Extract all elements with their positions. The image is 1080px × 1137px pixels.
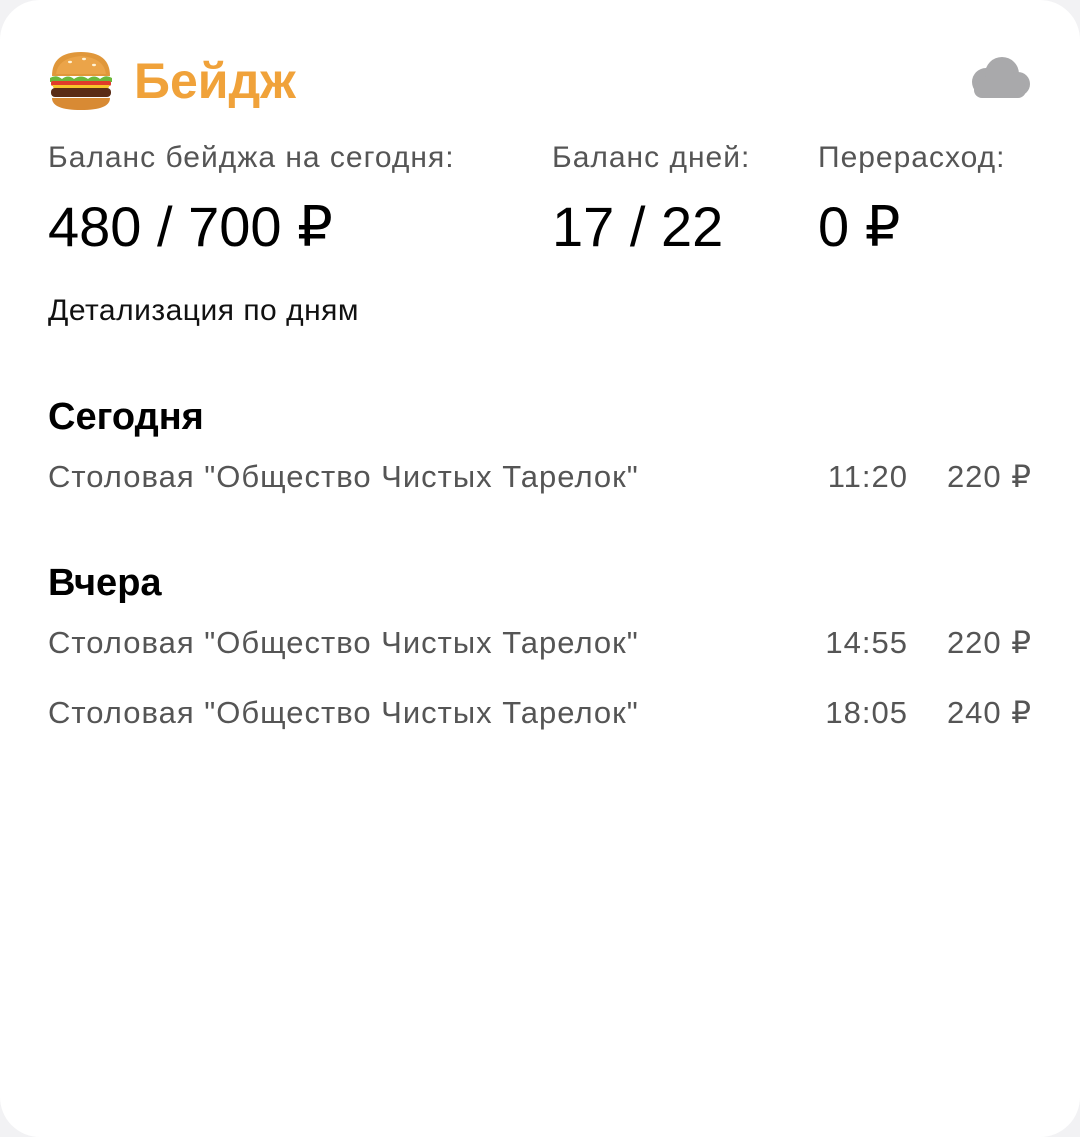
transaction-row[interactable]: Столовая "Общество Чистых Тарелок" 18:05… (48, 693, 1032, 733)
transaction-place: Столовая "Общество Чистых Тарелок" (48, 625, 639, 660)
transaction-time: 14:55 (825, 625, 908, 660)
transaction-row[interactable]: Столовая "Общество Чистых Тарелок" 11:20… (48, 457, 1032, 497)
app-title: Бейдж (134, 53, 296, 109)
days-balance-value: 17 / 22 (552, 195, 724, 258)
transaction-row[interactable]: Столовая "Общество Чистых Тарелок" 14:55… (48, 623, 1032, 663)
overspend-label: Перерасход: (818, 141, 1006, 174)
transaction-time: 18:05 (825, 695, 908, 730)
transaction-place: Столовая "Общество Чистых Тарелок" (48, 459, 639, 494)
daily-details-link[interactable]: Детализация по дням (48, 292, 359, 330)
overspend-value: 0 ₽ (818, 195, 901, 258)
transaction-time: 11:20 (827, 459, 908, 494)
day-title-today: Сегодня (48, 396, 204, 438)
badge-widget[interactable]: Бейдж Баланс бейджа на сегодня: 480 / 70… (0, 0, 1080, 1137)
days-balance-label: Баланс дней: (552, 141, 751, 174)
day-title-yesterday: Вчера (48, 562, 162, 604)
transaction-amount: 240 ₽ (946, 695, 1032, 730)
cloud-icon[interactable] (964, 54, 1032, 100)
badge-balance-value: 480 / 700 ₽ (48, 195, 333, 258)
transaction-amount: 220 ₽ (946, 625, 1032, 660)
transaction-amount: 220 ₽ (946, 459, 1032, 494)
widget-header: Бейдж (48, 46, 1032, 116)
badge-balance-label: Баланс бейджа на сегодня: (48, 141, 455, 174)
burger-icon (50, 52, 112, 110)
transaction-place: Столовая "Общество Чистых Тарелок" (48, 695, 639, 730)
